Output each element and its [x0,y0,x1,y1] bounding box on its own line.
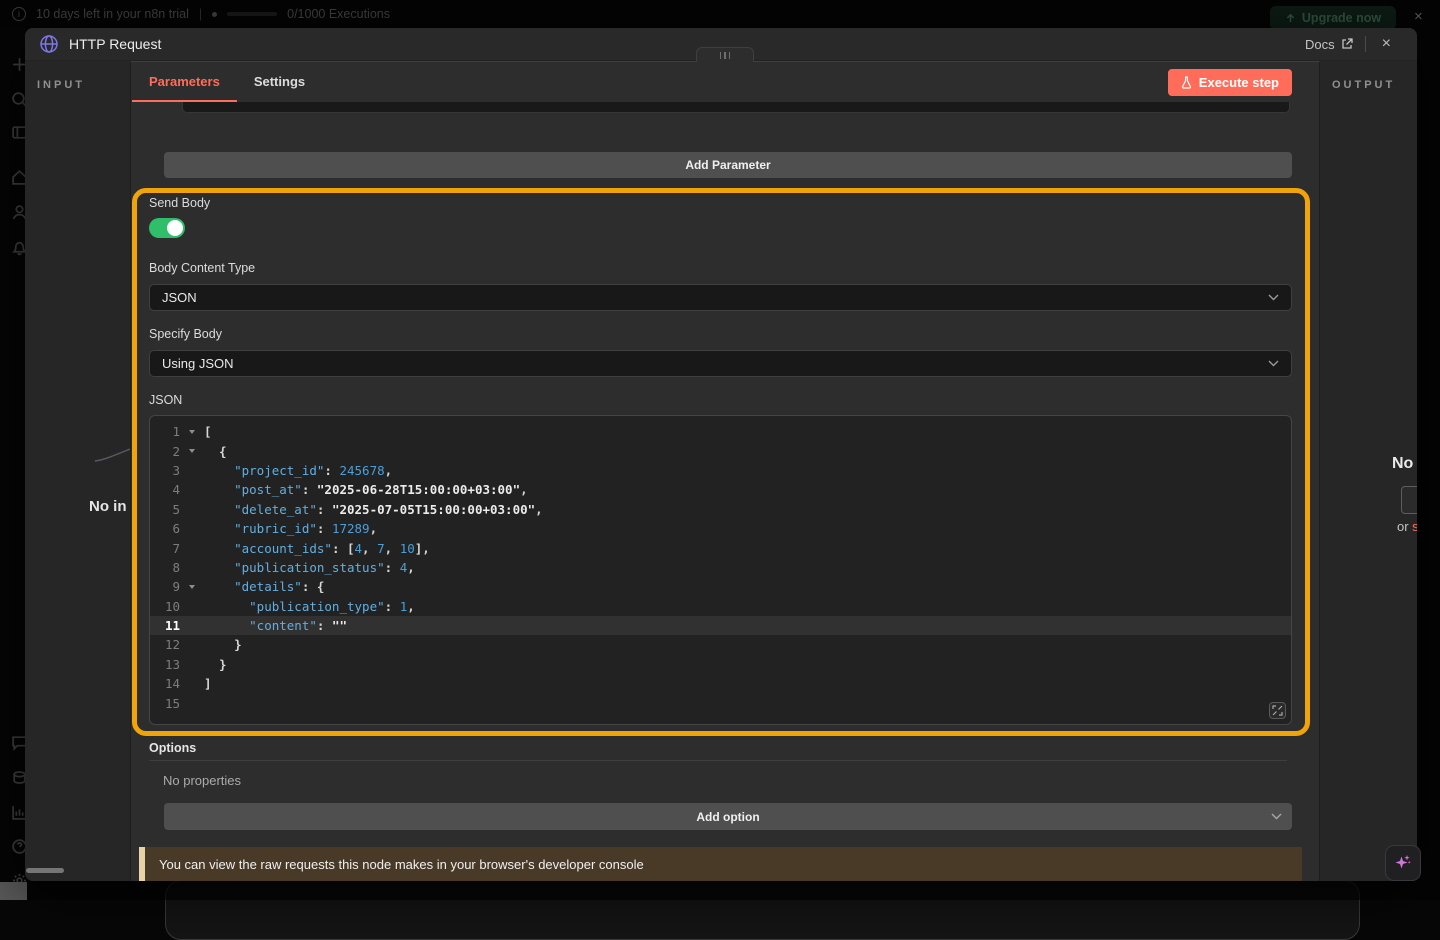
options-divider [149,760,1287,761]
add-option-button[interactable]: Add option [164,803,1292,830]
callout-text: You can view the raw requests this node … [159,857,644,872]
body-content-type-value: JSON [162,290,197,305]
send-body-label: Send Body [149,197,1292,210]
fold-chevron-icon[interactable] [189,449,195,453]
execute-step-button[interactable]: Execute step [1168,69,1292,96]
close-icon[interactable]: × [1378,34,1395,54]
output-panel: OUTPUT No or s [1320,61,1417,881]
no-properties-text: No properties [163,774,1292,787]
add-parameter-button[interactable]: Add Parameter [164,152,1292,178]
tab-parameters[interactable]: Parameters [132,62,237,102]
editor-line[interactable]: 12 } [150,635,1291,654]
specify-body-value: Using JSON [162,356,234,371]
sparkle-icon [1393,853,1413,873]
editor-line[interactable]: 4 "post_at": "2025-06-28T15:00:00+03:00"… [150,480,1291,499]
editor-line[interactable]: 15 [150,693,1291,712]
tabs-row: Parameters Settings Execute step [131,62,1319,102]
external-link-icon [1341,38,1353,50]
editor-line[interactable]: 8 "publication_status": 4, [150,558,1291,577]
tab-settings[interactable]: Settings [237,62,322,102]
mock-data-link-fragment[interactable]: s [1412,519,1417,534]
toggle-knob [167,220,183,236]
header-divider [1365,36,1366,52]
add-option-label: Add option [696,810,759,824]
specify-body-select[interactable]: Using JSON [149,350,1292,377]
editor-line[interactable]: 1[ [150,422,1291,441]
output-panel-label: OUTPUT [1332,79,1395,91]
chevron-down-icon [1271,813,1282,820]
highlighted-section: Send Body Body Content Type JSON Specify… [132,188,1310,736]
chevron-down-icon [1268,294,1279,301]
editor-line[interactable]: 2 { [150,441,1291,460]
editor-line[interactable]: 7 "account_ids": [4, 7, 10], [150,538,1291,557]
docs-link[interactable]: Docs [1305,37,1353,52]
execute-step-label: Execute step [1199,75,1279,90]
editor-line[interactable]: 10 "publication_type": 1, [150,597,1291,616]
modal-title: HTTP Request [69,36,161,52]
editor-line[interactable]: 3 "project_id": 245678, [150,461,1291,480]
fold-chevron-icon[interactable] [189,585,195,589]
http-request-modal: HTTP Request Docs × INPUT No in Paramete… [25,28,1417,881]
input-panel-label: INPUT [37,79,85,91]
drag-handle[interactable] [696,47,754,62]
editor-line[interactable]: 9 "details": { [150,577,1291,596]
parameters-content: Add Parameter Send Body Body Content Typ… [131,102,1319,881]
editor-line[interactable]: 5 "delete_at": "2025-07-05T15:00:00+03:0… [150,500,1291,519]
fold-chevron-icon[interactable] [189,430,195,434]
body-content-type-select[interactable]: JSON [149,284,1292,311]
add-parameter-label: Add Parameter [685,158,770,172]
globe-icon [39,34,59,54]
or-set-mock-text: or s [1397,519,1417,534]
input-panel: INPUT No in [25,61,130,881]
no-output-text: No [1392,455,1413,473]
input-panel-scrollbar[interactable] [26,868,64,873]
editor-line[interactable]: 13 } [150,655,1291,674]
node-settings-panel: Parameters Settings Execute step Add Par… [130,61,1320,881]
chevron-down-icon [1268,360,1279,367]
expand-editor-icon[interactable] [1269,702,1286,719]
docs-label: Docs [1305,37,1335,52]
connection-line [93,443,130,465]
ai-assistant-button[interactable] [1385,845,1421,881]
no-input-text: No in [89,498,127,515]
clipped-output-button[interactable] [1401,486,1417,514]
options-heading: Options [149,742,1292,755]
json-code-editor[interactable]: 1[2 {3 "project_id": 245678,4 "post_at":… [149,415,1292,725]
json-field-label: JSON [149,394,1292,407]
editor-line[interactable]: 11 "content": "" [150,616,1291,635]
developer-console-callout: You can view the raw requests this node … [139,847,1302,881]
editor-line[interactable]: 6 "rubric_id": 17289, [150,519,1291,538]
clipped-parameter-field[interactable] [182,102,1290,113]
specify-body-label: Specify Body [149,328,1292,341]
editor-line[interactable]: 14] [150,674,1291,693]
flask-icon [1181,76,1192,89]
body-content-type-label: Body Content Type [149,262,1292,275]
send-body-toggle[interactable] [149,218,185,238]
